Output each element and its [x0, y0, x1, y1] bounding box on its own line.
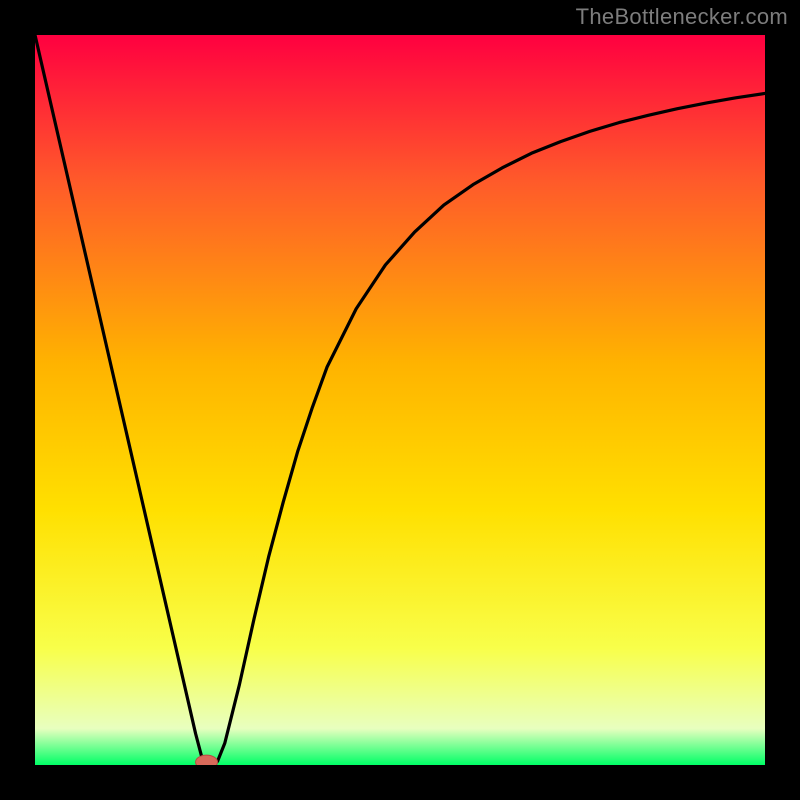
chart-frame: TheBottlenecker.com — [0, 0, 800, 800]
bottleneck-curve-chart — [35, 35, 765, 765]
plot-area — [35, 35, 765, 765]
optimal-marker — [196, 755, 218, 765]
gradient-background — [35, 35, 765, 765]
attribution-text: TheBottlenecker.com — [576, 4, 788, 30]
